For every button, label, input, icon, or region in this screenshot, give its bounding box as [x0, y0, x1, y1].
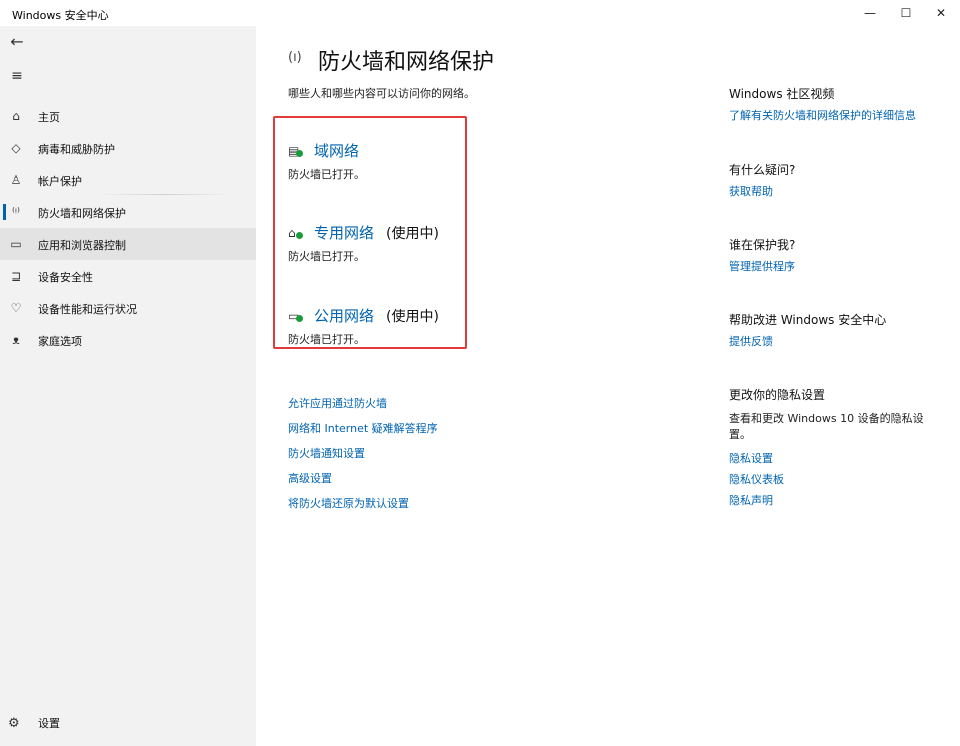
sidebar-item-device-performance[interactable]: ♡ 设备性能和运行状况 [0, 292, 256, 324]
divider [100, 194, 230, 195]
public-network-icon: ▭ [288, 309, 303, 323]
sidebar-item-home[interactable]: ⌂ 主页 [0, 100, 256, 132]
protection-title: 谁在保护我? [729, 238, 796, 252]
in-use-tag: (使用中) [386, 226, 439, 242]
sidebar-item-label: 家庭选项 [38, 335, 82, 348]
close-button[interactable]: ✕ [921, 0, 960, 26]
network-name-link[interactable]: 公用网络 [314, 305, 374, 326]
privacy-statement-link[interactable]: 隐私声明 [729, 492, 773, 508]
network-name-link[interactable]: 域网络 [314, 140, 359, 161]
family-icon: ᴥ [12, 333, 20, 347]
home-icon: ⌂ [12, 109, 20, 123]
gear-icon: ⚙ [8, 716, 20, 731]
sidebar-item-label: 主页 [38, 111, 60, 124]
firewall-notification-settings-link[interactable]: 防火墙通知设置 [288, 445, 438, 470]
network-troubleshooter-link[interactable]: 网络和 Internet 疑难解答程序 [288, 420, 438, 445]
page-subtitle: 哪些人和哪些内容可以访问你的网络。 [288, 87, 475, 100]
sidebar-item-virus-protection[interactable]: ◇ 病毒和威胁防护 [0, 132, 256, 164]
advanced-settings-link[interactable]: 高级设置 [288, 470, 438, 495]
firewall-links: 允许应用通过防火墙 网络和 Internet 疑难解答程序 防火墙通知设置 高级… [288, 395, 438, 520]
hamburger-menu-icon[interactable]: ≡ [6, 66, 28, 86]
person-icon: ♙ [10, 173, 22, 187]
settings-label: 设置 [38, 717, 60, 730]
question-title: 有什么疑问? [729, 163, 796, 177]
heart-icon: ♡ [10, 301, 22, 315]
manage-providers-link[interactable]: 管理提供程序 [729, 258, 795, 274]
app-title: Windows 安全中心 [12, 9, 109, 22]
privacy-description: 查看和更改 Windows 10 设备的隐私设置。 [729, 412, 924, 441]
sidebar-item-label: 应用和浏览器控制 [38, 239, 126, 252]
learn-more-link[interactable]: 了解有关防火墙和网络保护的详细信息 [729, 107, 916, 123]
domain-network-icon: ▤ [288, 144, 303, 158]
give-feedback-link[interactable]: 提供反馈 [729, 333, 773, 349]
network-status: 防火墙已打开。 [288, 250, 365, 263]
laptop-icon: ⊒ [10, 269, 22, 283]
wifi-antenna-icon: (ı) [288, 50, 302, 65]
privacy-settings-link[interactable]: 隐私设置 [729, 450, 773, 466]
sidebar-item-label: 病毒和威胁防护 [38, 143, 115, 156]
maximize-button[interactable]: ☐ [886, 0, 926, 26]
sidebar-item-family-options[interactable]: ᴥ 家庭选项 [0, 324, 256, 356]
privacy-dashboard-link[interactable]: 隐私仪表板 [729, 471, 784, 487]
shield-icon: ◇ [11, 141, 21, 155]
improve-title: 帮助改进 Windows 安全中心 [729, 313, 887, 327]
sidebar-item-settings[interactable]: ⚙ 设置 [8, 712, 60, 731]
minimize-button[interactable]: — [850, 0, 890, 26]
in-use-tag: (使用中) [386, 309, 439, 325]
community-videos-title: Windows 社区视频 [729, 87, 835, 101]
network-status: 防火墙已打开。 [288, 168, 365, 181]
privacy-title: 更改你的隐私设置 [729, 388, 826, 402]
back-arrow-icon[interactable]: ← [6, 32, 28, 52]
sidebar-item-device-security[interactable]: ⊒ 设备安全性 [0, 260, 256, 292]
sidebar-item-label: 帐户保护 [38, 175, 82, 188]
network-status: 防火墙已打开。 [288, 333, 365, 346]
sidebar-item-app-browser-control[interactable]: ▭ 应用和浏览器控制 [0, 228, 256, 260]
sidebar-item-label: 防火墙和网络保护 [38, 207, 126, 220]
get-help-link[interactable]: 获取帮助 [729, 183, 773, 199]
wifi-antenna-icon: ⁽ᵎ⁾ [11, 205, 21, 219]
network-name-link[interactable]: 专用网络 [314, 222, 374, 243]
page-title: 防火墙和网络保护 [318, 50, 495, 75]
title-bar: Windows 安全中心 — ☐ ✕ [0, 0, 960, 26]
sidebar-item-account-protection[interactable]: ♙ 帐户保护 [0, 164, 256, 196]
sidebar-item-firewall[interactable]: ⁽ᵎ⁾ 防火墙和网络保护 [0, 196, 256, 228]
app-window-icon: ▭ [10, 237, 22, 251]
allow-app-through-firewall-link[interactable]: 允许应用通过防火墙 [288, 395, 438, 420]
sidebar-item-label: 设备性能和运行状况 [38, 303, 137, 316]
restore-defaults-link[interactable]: 将防火墙还原为默认设置 [288, 495, 438, 520]
sidebar: ← ≡ ⌂ 主页 ◇ 病毒和威胁防护 ♙ 帐户保护 ⁽ᵎ⁾ 防火墙和网络保护 ▭… [0, 26, 256, 746]
sidebar-item-label: 设备安全性 [38, 271, 93, 284]
private-network-icon: ⌂ [288, 226, 303, 240]
